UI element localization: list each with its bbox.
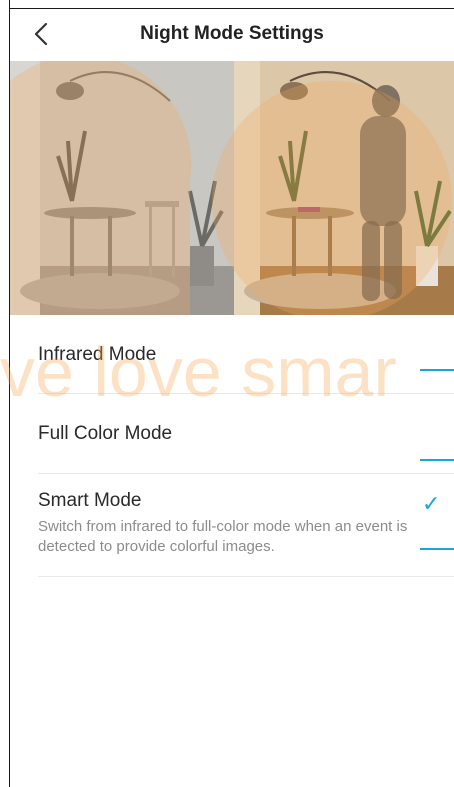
option-smart-mode[interactable]: Smart Mode Switch from infrared to full-…: [38, 490, 454, 557]
option-label: Smart Mode: [38, 490, 142, 511]
option-accent-line: [420, 369, 454, 371]
page-title: Night Mode Settings: [140, 23, 324, 44]
option-accent-line: [420, 548, 454, 550]
comparison-image: [10, 61, 454, 315]
divider: [38, 393, 454, 394]
divider: [38, 576, 454, 577]
option-full-color-mode[interactable]: Full Color Mode: [38, 423, 454, 445]
checkmark-icon: ✓: [422, 491, 441, 516]
option-accent-line: [420, 459, 454, 461]
header-bar: Night Mode Settings: [10, 9, 454, 61]
option-infrared-mode[interactable]: Infrared Mode: [38, 344, 454, 366]
divider: [38, 473, 454, 474]
option-description: Switch from infrared to full-color mode …: [38, 518, 408, 555]
option-label: Full Color Mode: [38, 423, 173, 444]
option-label: Infrared Mode: [38, 344, 157, 365]
